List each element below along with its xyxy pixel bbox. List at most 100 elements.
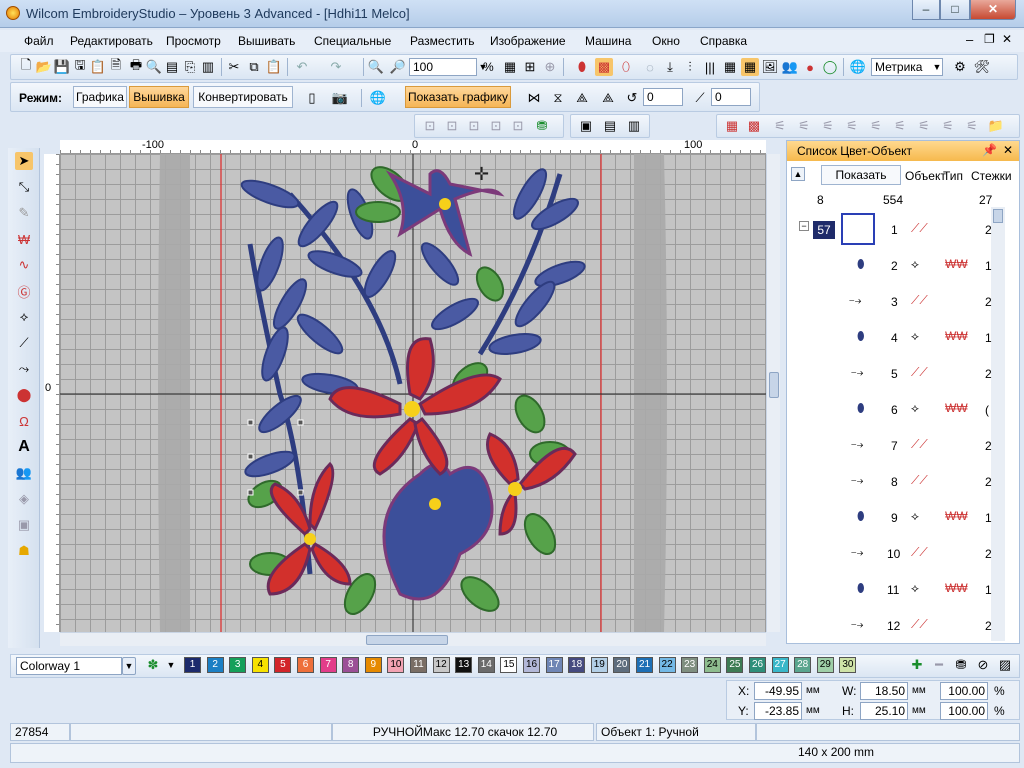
- panel-pin-icon[interactable]: 📌: [982, 143, 997, 157]
- color-swatch-24[interactable]: 24: [703, 657, 721, 673]
- zoom-disabled-icon[interactable]: ⊕: [541, 58, 559, 76]
- w-percent-input[interactable]: 100.00: [940, 682, 988, 700]
- list-item[interactable]: ⤍ 5 ⟋⟋ 2: [839, 357, 1024, 393]
- color-film2-icon[interactable]: ▩: [745, 117, 763, 135]
- color-swatch-21[interactable]: 21: [636, 657, 653, 673]
- object-list[interactable]: 1 ⟋⟋ 2 ⬮ 2 ⟡ ₩₩ 1 ⤍ 3 ⟋⟋ 2 ⬮ 4 ⟡ ₩₩ 1 ⤍ 5 ⟋⟋ 2 ⬮ 6 ⟡ ₩₩( ⤍ 7…: [839, 207, 992, 643]
- open-file-icon[interactable]: 📂: [35, 58, 53, 76]
- frame-icon[interactable]: ▣: [15, 516, 33, 534]
- send-back-icon[interactable]: ▤: [601, 117, 619, 135]
- stitch-tool-4-icon[interactable]: ⚟: [843, 117, 861, 135]
- color-swatch-15[interactable]: 15: [500, 657, 518, 673]
- cut-icon[interactable]: ✂: [225, 58, 243, 76]
- monogram-icon[interactable]: 👥: [15, 464, 33, 482]
- lettering-icon[interactable]: A: [15, 438, 33, 456]
- color-swatch-6[interactable]: 6: [297, 657, 314, 673]
- align-center-icon[interactable]: ⊡: [443, 117, 461, 135]
- color-swatch-10[interactable]: 10: [387, 657, 405, 673]
- color-swatch-12[interactable]: 12: [432, 657, 450, 673]
- zoom-in-icon[interactable]: 🔍: [367, 58, 385, 76]
- grid-show-icon[interactable]: ▦: [741, 58, 759, 76]
- options-icon[interactable]: ⚙: [951, 58, 969, 76]
- color-swatch-18[interactable]: 18: [568, 657, 586, 673]
- order-icon[interactable]: ▥: [625, 117, 643, 135]
- list-item[interactable]: ⤍ 3 ⟋⟋ 2: [839, 285, 1024, 321]
- run-stitch-icon[interactable]: ⟋: [15, 334, 33, 352]
- needle-icon[interactable]: ⤓: [661, 58, 679, 76]
- menu-image[interactable]: Изображение: [490, 34, 566, 48]
- zoom-box-icon[interactable]: 🔎: [389, 58, 407, 76]
- col-stitches-header[interactable]: Стежки: [971, 169, 1012, 183]
- select-arrow-icon[interactable]: ➤: [15, 152, 33, 170]
- slant-icon[interactable]: ⟋: [691, 89, 709, 107]
- remove-color-icon[interactable]: ━: [930, 656, 948, 674]
- embroidery-design[interactable]: ✛: [60, 154, 766, 632]
- auto-digitize-icon[interactable]: ₩: [15, 230, 33, 248]
- color-swatch-2[interactable]: 2: [206, 657, 224, 673]
- align-left-icon[interactable]: ⊡: [421, 117, 439, 135]
- h-percent-input[interactable]: 100.00: [940, 702, 988, 720]
- horseshoe-icon[interactable]: Ω: [15, 412, 33, 430]
- print-icon[interactable]: 🖶: [127, 57, 145, 76]
- menu-window[interactable]: Окно: [652, 34, 680, 48]
- list-item[interactable]: ⤍ 12 ⟋⟋ 2: [839, 609, 1024, 641]
- list-item[interactable]: 1 ⟋⟋ 2: [839, 213, 1024, 249]
- zoom-fit-icon[interactable]: ⊞: [521, 58, 539, 76]
- mdi-minimize-icon[interactable]: –: [966, 32, 973, 47]
- col-type-header[interactable]: Тип: [943, 169, 963, 183]
- color-swatch-26[interactable]: 26: [749, 657, 766, 673]
- design-canvas[interactable]: ✛: [60, 154, 766, 632]
- menu-edit[interactable]: Редактировать: [70, 34, 153, 48]
- stitch-tool-9-icon[interactable]: ⚟: [963, 117, 981, 135]
- group-color-number[interactable]: 57: [813, 221, 835, 239]
- color-swatch-30[interactable]: 30: [839, 657, 857, 673]
- machine-silhouette-icon[interactable]: ▯: [303, 89, 321, 107]
- skew-icon[interactable]: ⟁: [599, 89, 617, 107]
- color-swatch-16[interactable]: 16: [523, 657, 540, 673]
- distribute-icon[interactable]: ⛃: [533, 117, 551, 135]
- align-bottom-icon[interactable]: ⊡: [509, 117, 527, 135]
- canvas-hscrollbar[interactable]: [60, 632, 766, 646]
- convert-button[interactable]: Конвертировать: [193, 86, 293, 108]
- auto-fabric-icon[interactable]: Ⓖ: [15, 282, 33, 300]
- color-swatch-14[interactable]: 14: [477, 657, 495, 673]
- color-swatch-13[interactable]: 13: [455, 657, 473, 673]
- stitch-tool-8-icon[interactable]: ⚟: [939, 117, 957, 135]
- collapse-icon[interactable]: ▲: [791, 167, 805, 181]
- send-machine-icon[interactable]: ⎘: [181, 58, 199, 76]
- list-item[interactable]: ⬮ 4 ⟡ ₩₩ 1: [839, 321, 1024, 357]
- color-swatch-11[interactable]: 11: [410, 657, 427, 673]
- tools-icon[interactable]: 🛠: [973, 58, 991, 76]
- squiggle-icon[interactable]: ∿: [15, 256, 33, 274]
- stitch-tool-7-icon[interactable]: ⚟: [915, 117, 933, 135]
- show-graphics-button[interactable]: Показать графику: [405, 86, 511, 108]
- menu-special[interactable]: Специальные: [314, 34, 391, 48]
- satin-icon[interactable]: ▩: [595, 58, 613, 76]
- color-swatch-25[interactable]: 25: [726, 657, 744, 673]
- bars-icon[interactable]: |||: [701, 58, 719, 76]
- minimize-button[interactable]: –: [912, 0, 940, 20]
- appliqué-icon[interactable]: ◈: [15, 490, 33, 508]
- stitch-tool-1-icon[interactable]: ⚟: [771, 117, 789, 135]
- stitch-tool-3-icon[interactable]: ⚟: [819, 117, 837, 135]
- zoom-input[interactable]: 100: [409, 58, 477, 76]
- hscroll-thumb[interactable]: [366, 635, 448, 645]
- new-file-icon[interactable]: 🗋: [17, 57, 35, 76]
- camera-icon[interactable]: 📷: [331, 89, 349, 107]
- menu-view[interactable]: Просмотр: [166, 34, 221, 48]
- col-object-header[interactable]: Объект: [905, 169, 946, 183]
- menu-embroider[interactable]: Вышивать: [238, 34, 295, 48]
- rotate-icon[interactable]: ↺: [623, 89, 641, 107]
- bring-front-icon[interactable]: ▣: [577, 117, 595, 135]
- color-swatch-5[interactable]: 5: [274, 657, 292, 673]
- vscroll-thumb[interactable]: [769, 372, 779, 398]
- show-button[interactable]: Показать: [821, 165, 901, 185]
- list-item[interactable]: ⬮ 6 ⟡ ₩₩(: [839, 393, 1024, 429]
- mdi-close-icon[interactable]: ✕: [1002, 32, 1012, 46]
- list-item[interactable]: ⤍ 7 ⟋⟋ 2: [839, 429, 1024, 465]
- align-top-icon[interactable]: ⊡: [487, 117, 505, 135]
- machine-icon[interactable]: ▥: [199, 58, 217, 76]
- colorway-palette-icon[interactable]: ✽: [144, 656, 162, 674]
- stitch-tool-6-icon[interactable]: ⚟: [891, 117, 909, 135]
- picture-icon[interactable]: 🖼: [761, 58, 779, 76]
